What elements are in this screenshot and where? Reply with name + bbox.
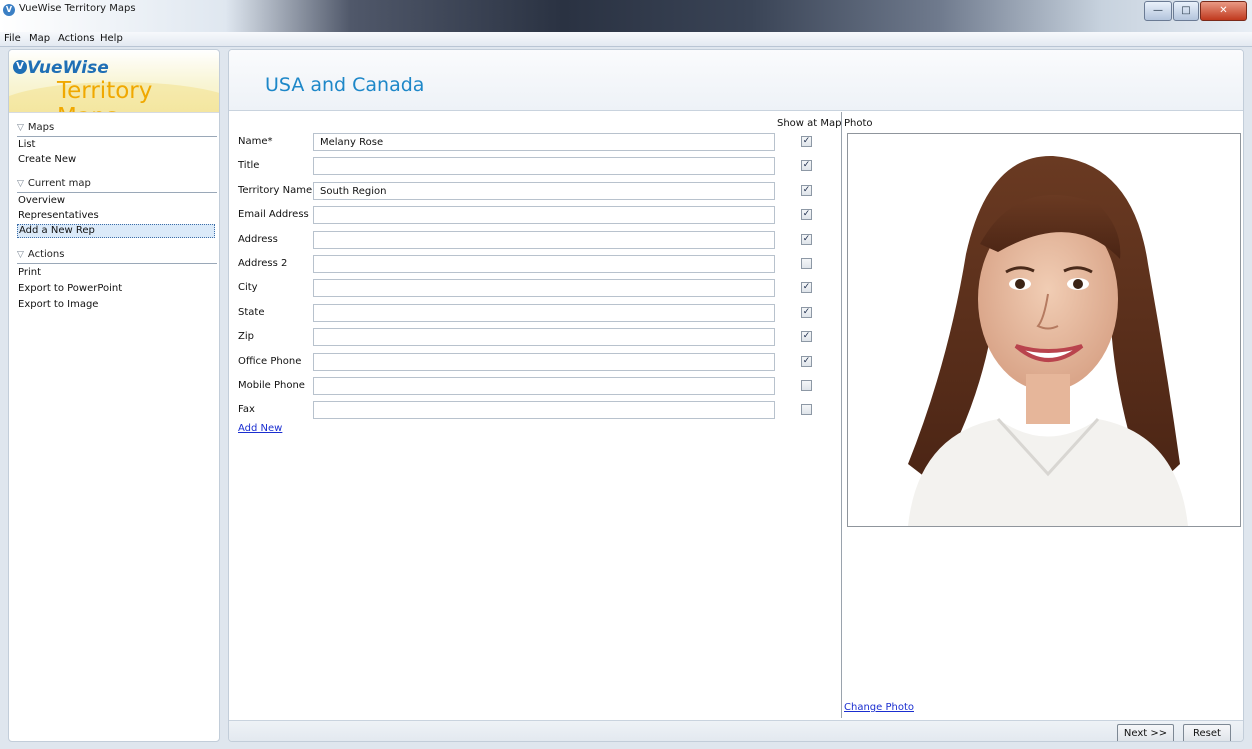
main-panel: USA and Canada Show at Map Photo Name* ✓ T… <box>228 49 1244 742</box>
state-label: State <box>238 307 265 318</box>
office-phone-show-checkbox[interactable]: ✓ <box>801 356 812 367</box>
section-actions[interactable]: ▽ Actions <box>17 249 217 264</box>
mobile-phone-label: Mobile Phone <box>238 380 305 391</box>
mobile-phone-show-checkbox[interactable] <box>801 380 812 391</box>
title-input[interactable] <box>313 157 775 175</box>
zip-show-checkbox[interactable]: ✓ <box>801 331 812 342</box>
menu-bar: File Map Actions Help <box>0 32 1252 47</box>
name-input[interactable] <box>313 133 775 151</box>
rep-photo <box>847 133 1241 527</box>
address-label: Address <box>238 234 278 245</box>
menu-actions[interactable]: Actions <box>58 32 95 45</box>
fax-label: Fax <box>238 404 255 415</box>
city-show-checkbox[interactable]: ✓ <box>801 282 812 293</box>
email-address-show-checkbox[interactable]: ✓ <box>801 209 812 220</box>
territory-name-label: Territory Name <box>238 185 313 196</box>
logo-brand: VueWise <box>27 58 109 78</box>
change-photo-link[interactable]: Change Photo <box>844 702 914 713</box>
page-title: USA and Canada <box>265 74 425 96</box>
title-label: Title <box>238 160 260 171</box>
window-controls: — □ ✕ <box>1143 1 1247 21</box>
section-current-map[interactable]: ▽ Current map <box>17 178 217 193</box>
email-address-label: Email Address <box>238 209 309 220</box>
app-logo: V VueWise Territory Maps <box>9 50 219 113</box>
sidebar-item-print[interactable]: Print <box>17 266 215 280</box>
office-phone-input[interactable] <box>313 353 775 371</box>
menu-file[interactable]: File <box>4 32 21 45</box>
zip-input[interactable] <box>313 328 775 346</box>
section-title: Maps <box>27 122 55 133</box>
sidebar-item-representatives[interactable]: Representatives <box>17 209 215 223</box>
name-show-checkbox[interactable]: ✓ <box>801 136 812 147</box>
minimize-button[interactable]: — <box>1144 1 1172 21</box>
next-button[interactable]: Next >> <box>1117 724 1174 741</box>
section-title: Current map <box>27 178 91 189</box>
city-input[interactable] <box>313 279 775 297</box>
menu-help[interactable]: Help <box>100 32 123 45</box>
section-title: Actions <box>27 249 65 260</box>
show-at-map-header: Show at Map <box>777 118 842 129</box>
menu-map[interactable]: Map <box>29 32 50 45</box>
address-2-show-checkbox[interactable] <box>801 258 812 269</box>
sidebar-item-export-image[interactable]: Export to Image <box>17 298 215 312</box>
main-header: USA and Canada <box>229 50 1243 111</box>
collapse-icon: ▽ <box>17 123 24 133</box>
territory-name-input[interactable] <box>313 182 775 200</box>
sidebar-item-create-new[interactable]: Create New <box>17 153 215 167</box>
logo-product: Territory Maps <box>57 78 153 112</box>
app-icon: V <box>3 4 15 16</box>
photo-header: Photo <box>844 118 873 129</box>
email-address-input[interactable] <box>313 206 775 224</box>
address-show-checkbox[interactable]: ✓ <box>801 234 812 245</box>
title-bar: V VueWise Territory Maps — □ ✕ <box>0 0 1252 32</box>
address-2-label: Address 2 <box>238 258 288 269</box>
address-2-input[interactable] <box>313 255 775 273</box>
footer-bar: Next >> Reset <box>229 720 1243 741</box>
fax-show-checkbox[interactable] <box>801 404 812 415</box>
column-divider <box>841 112 842 718</box>
zip-label: Zip <box>238 331 254 342</box>
maximize-button[interactable]: □ <box>1173 1 1199 21</box>
add-new-link[interactable]: Add New <box>238 423 282 434</box>
office-phone-label: Office Phone <box>238 356 302 367</box>
section-maps[interactable]: ▽ Maps <box>17 122 217 137</box>
portrait-image <box>908 155 1188 526</box>
sidebar-item-add-new-rep[interactable]: Add a New Rep <box>17 224 215 238</box>
state-show-checkbox[interactable]: ✓ <box>801 307 812 318</box>
mobile-phone-input[interactable] <box>313 377 775 395</box>
title-show-checkbox[interactable]: ✓ <box>801 160 812 171</box>
city-label: City <box>238 282 258 293</box>
window-title: VueWise Territory Maps <box>19 3 136 14</box>
collapse-icon: ▽ <box>17 179 24 189</box>
close-button[interactable]: ✕ <box>1200 1 1247 21</box>
state-input[interactable] <box>313 304 775 322</box>
logo-mark-icon: V <box>13 60 27 74</box>
sidebar: V VueWise Territory Maps ▽Maps List Crea… <box>8 49 220 742</box>
sidebar-item-list[interactable]: List <box>17 138 215 152</box>
collapse-icon: ▽ <box>17 250 24 260</box>
reset-button[interactable]: Reset <box>1183 724 1231 741</box>
fax-input[interactable] <box>313 401 775 419</box>
sidebar-item-export-powerpoint[interactable]: Export to PowerPoint <box>17 282 215 296</box>
territory-name-show-checkbox[interactable]: ✓ <box>801 185 812 196</box>
address-input[interactable] <box>313 231 775 249</box>
name-label: Name* <box>238 136 273 147</box>
sidebar-item-overview[interactable]: Overview <box>17 194 215 208</box>
